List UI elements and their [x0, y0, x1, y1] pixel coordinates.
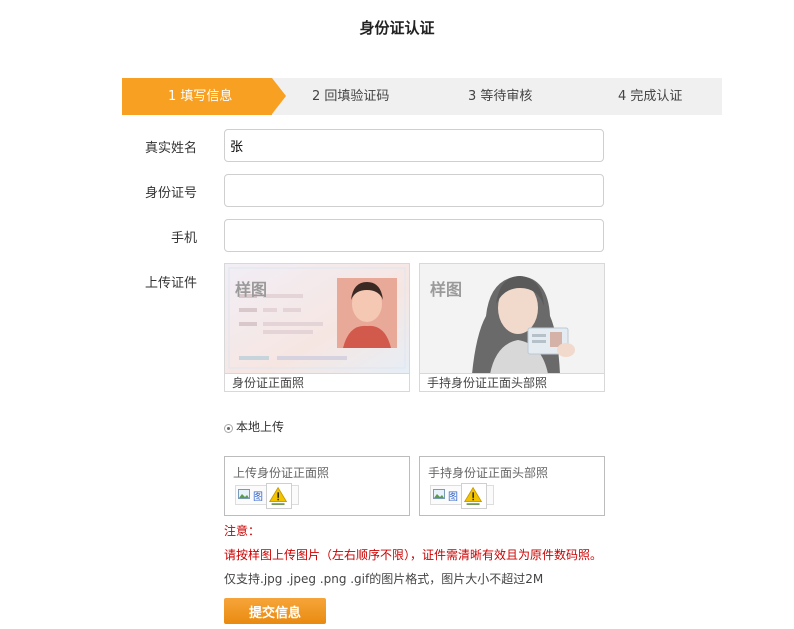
submit-button[interactable]: 提交信息	[224, 598, 326, 624]
sample-watermark: 样图	[235, 280, 268, 299]
radio-selected-icon[interactable]	[224, 423, 233, 433]
broken-image-icon	[433, 489, 445, 499]
name-input[interactable]	[224, 129, 604, 162]
phone-input[interactable]	[224, 219, 604, 252]
phone-label: 手机	[170, 231, 197, 246]
upload-id-label: 上传证件	[144, 276, 197, 291]
step-complete: 4 完成认证	[618, 89, 683, 104]
id-number-label: 身份证号	[144, 186, 197, 201]
sample-caption-handheld: 手持身份证正面头部照	[420, 373, 604, 391]
file-input-handheld[interactable]: 图	[430, 483, 494, 509]
progress-steps: 1 填写信息 2 回填验证码 3 等待审核 4 完成认证	[122, 78, 722, 115]
upload-id-front-box[interactable]: 上传身份证正面照 图	[224, 456, 410, 516]
warning-icon	[266, 483, 292, 509]
upload-handheld-label: 手持身份证正面头部照	[428, 466, 549, 480]
local-upload-option[interactable]: 本地上传	[224, 418, 284, 435]
note-title: 注意：	[224, 524, 261, 538]
step-fill-info: 1 填写信息	[122, 78, 286, 115]
file-input-front[interactable]: 图	[235, 483, 299, 509]
page-title: 身份证认证	[359, 19, 435, 37]
id-number-input[interactable]	[224, 174, 604, 207]
upload-front-label: 上传身份证正面照	[233, 466, 330, 480]
sample-id-front: 样图 身份证正面照	[224, 263, 410, 392]
local-upload-label: 本地上传	[236, 420, 285, 434]
sample-watermark: 样图	[430, 280, 463, 299]
name-label: 真实姓名	[144, 141, 197, 156]
warning-icon	[461, 483, 487, 509]
step-await-review: 3 等待审核	[468, 89, 533, 104]
broken-image-icon	[238, 489, 250, 499]
upload-handheld-box[interactable]: 手持身份证正面头部照 图	[419, 456, 605, 516]
sample-handheld: 样图 手持身份证正面头部照	[419, 263, 605, 392]
file-input-text: 图	[448, 492, 458, 503]
step-verify-code: 2 回填验证码	[312, 89, 390, 104]
note-format: 仅支持.jpg .jpeg .png .gif的图片格式，图片大小不超过2M	[224, 572, 544, 586]
file-input-text: 图	[253, 492, 263, 503]
note-instruction: 请按样图上传图片（左右顺序不限），证件需清晰有效且为原件数码照。	[224, 548, 603, 562]
sample-caption-front: 身份证正面照	[225, 373, 409, 391]
